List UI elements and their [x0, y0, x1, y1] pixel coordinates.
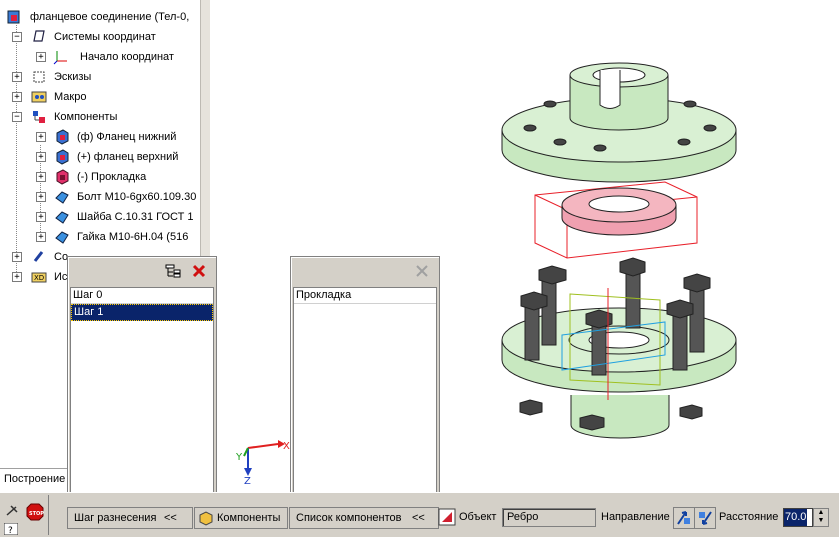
part-icon [56, 169, 69, 185]
sketches-icon [33, 71, 45, 83]
components-list-panel: Прокладка [290, 256, 440, 506]
delete-icon[interactable] [192, 264, 206, 278]
object-select-icon[interactable] [438, 508, 456, 526]
tree-item-label: Болт М10-6gx60.109.30 [77, 191, 197, 203]
gasket [534, 181, 698, 259]
tree-item-label: Ис [54, 271, 68, 283]
tree-item-label: (+) фланец верхний [77, 151, 179, 163]
components-icon [199, 511, 213, 526]
spinner-down-icon[interactable]: ▼ [814, 517, 828, 525]
expand-icon[interactable]: + [36, 192, 46, 202]
axis-z-label: Z [244, 476, 251, 487]
expand-icon[interactable]: + [36, 52, 46, 62]
tree-item-label: Шайба С.10.31 ГОСТ 1 [77, 211, 194, 223]
tree-item-label: Начало координат [80, 51, 174, 63]
tree-item-label: Компоненты [54, 111, 118, 123]
standard-part-icon [55, 191, 69, 204]
expand-icon[interactable]: + [12, 252, 22, 262]
assembly-icon [7, 10, 20, 24]
list-item[interactable]: Шаг 0 [71, 288, 213, 304]
distance-spinner[interactable]: ▲ ▼ [813, 508, 829, 527]
standard-part-icon [55, 231, 69, 244]
components-list[interactable]: Прокладка [293, 287, 437, 503]
tab-label: Шаг разнесения [74, 512, 157, 524]
direction-forward-button[interactable] [673, 507, 695, 529]
part-icon [56, 149, 69, 165]
direction-forward-icon [677, 511, 690, 525]
upper-flange [501, 62, 737, 183]
hierarchy-icon[interactable] [165, 264, 181, 278]
axis-triad: X Y Z [235, 440, 290, 487]
svg-text:STOP: STOP [29, 511, 44, 517]
tree-item-label: (ф) Фланец нижний [77, 131, 177, 143]
variables-icon: XD [31, 272, 47, 283]
direction-reverse-button[interactable] [694, 507, 716, 529]
distance-input[interactable]: 70.0 [783, 508, 813, 527]
part-icon [56, 129, 69, 145]
tree-item-label: фланцевое соединение (Тел-0, [30, 11, 190, 23]
tree-item-label: Со [54, 251, 69, 263]
list-item[interactable]: Прокладка [294, 288, 436, 304]
connections-icon [33, 251, 44, 262]
tree-status-text: Построение [4, 473, 66, 485]
expand-icon[interactable]: + [36, 152, 46, 162]
expand-icon[interactable]: + [12, 72, 22, 82]
svg-text:XD: XD [34, 274, 44, 282]
direction-label: Направление [601, 511, 670, 523]
origin-icon [53, 51, 67, 65]
expand-icon[interactable]: + [36, 212, 46, 222]
lower-flange [501, 257, 737, 439]
distance-label: Расстояние [719, 511, 779, 523]
standard-part-icon [55, 211, 69, 224]
components-icon [33, 111, 45, 123]
steps-list[interactable]: Шаг 0 Шаг 1 [70, 287, 214, 503]
spinner-up-icon[interactable]: ▲ [814, 509, 828, 517]
tree-item-label: (-) Прокладка [77, 171, 147, 183]
pin-icon[interactable] [4, 503, 20, 519]
macro-icon [31, 91, 47, 103]
help-icon[interactable]: ? [4, 523, 18, 535]
collapse-chevron-icon[interactable]: << [412, 508, 425, 528]
explode-steps-panel: Шаг 0 Шаг 1 [67, 256, 217, 506]
property-bar: STOP ? Шаг разнесения << Компоненты Спис… [0, 492, 839, 537]
coordinate-systems-icon [33, 30, 45, 42]
tree-item-label: Гайка М10-6Н.04 (516 [77, 231, 189, 243]
expand-icon[interactable]: + [36, 172, 46, 182]
collapse-chevron-icon[interactable]: << [164, 508, 177, 528]
axis-y-label: Y [235, 452, 243, 463]
svg-text:?: ? [8, 526, 13, 535]
tree-item-label: Эскизы [54, 71, 92, 83]
expand-icon[interactable]: + [36, 132, 46, 142]
collapse-icon[interactable]: − [12, 32, 22, 42]
tab-explode-step[interactable]: Шаг разнесения << [67, 507, 193, 529]
distance-value: 70.0 [784, 509, 808, 526]
direction-reverse-icon [699, 511, 712, 525]
expand-icon[interactable]: + [12, 92, 22, 102]
delete-icon-disabled [416, 265, 428, 277]
components-button-label: Компоненты [217, 512, 281, 524]
axis-x-label: X [283, 441, 290, 452]
expand-icon[interactable]: + [12, 272, 22, 282]
tree-guide-line [16, 25, 18, 278]
tab-components-list[interactable]: Список компонентов << [289, 507, 439, 529]
tree-item-label: Макро [54, 91, 87, 103]
list-item-selected[interactable]: Шаг 1 [71, 304, 213, 321]
tree-item-label: Системы координат [54, 31, 156, 43]
object-field[interactable]: Ребро [502, 508, 596, 527]
collapse-icon[interactable]: − [12, 112, 22, 122]
stop-icon[interactable]: STOP [26, 503, 44, 521]
object-label: Объект [459, 511, 497, 523]
expand-icon[interactable]: + [36, 232, 46, 242]
tab-label: Список компонентов [296, 512, 402, 524]
components-button[interactable]: Компоненты [194, 507, 288, 529]
separator [48, 495, 49, 535]
